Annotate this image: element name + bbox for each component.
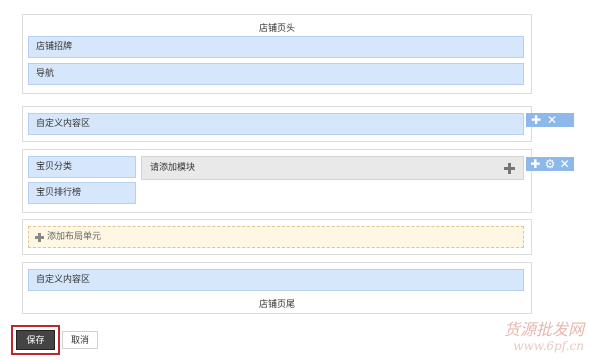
shop-sign-module[interactable]: 店铺招牌: [28, 36, 524, 58]
close-icon[interactable]: ✕: [546, 114, 558, 126]
navigation-module[interactable]: 导航: [28, 63, 524, 85]
add-module-plus-icon[interactable]: [504, 163, 515, 174]
add-layout-panel: 添加布局单元: [22, 219, 532, 255]
custom-content-module[interactable]: 自定义内容区: [28, 113, 524, 135]
category-module[interactable]: 宝贝分类: [28, 156, 136, 178]
footer-panel: 自定义内容区 店铺页尾: [22, 262, 532, 314]
layout-row-toolbar: ✚ ⚙ ✕: [526, 157, 574, 171]
custom-area-panel: 自定义内容区: [22, 106, 532, 142]
move-icon[interactable]: ✚: [530, 114, 542, 126]
watermark-line1: 货源批发网: [503, 320, 584, 339]
watermark: 货源批发网 www.6pf.cn: [504, 322, 584, 354]
header-title: 店铺页头: [258, 24, 295, 34]
cancel-button[interactable]: 取消: [62, 331, 98, 349]
add-layout-unit-button[interactable]: 添加布局单元: [28, 226, 524, 248]
gear-icon[interactable]: ⚙: [545, 158, 556, 170]
add-layout-plus-icon: [35, 233, 44, 242]
add-layout-unit-label: 添加布局单元: [47, 232, 102, 242]
footer-custom-module[interactable]: 自定义内容区: [28, 269, 524, 291]
save-button[interactable]: 保存: [16, 330, 55, 350]
header-panel: 店铺页头 店铺招牌 导航: [22, 14, 532, 94]
watermark-line2: www.6pf.cn: [513, 339, 584, 353]
add-module-placeholder[interactable]: 请添加模块: [141, 156, 524, 180]
move-icon[interactable]: ✚: [530, 158, 541, 170]
add-module-label: 请添加模块: [150, 163, 196, 173]
layout-row-panel: 宝贝分类 宝贝排行榜 请添加模块: [22, 149, 532, 213]
ranking-module[interactable]: 宝贝排行榜: [28, 182, 136, 204]
close-icon[interactable]: ✕: [559, 158, 570, 170]
custom-area-toolbar: ✚ ✕: [526, 113, 574, 127]
footer-title: 店铺页尾: [258, 300, 295, 310]
